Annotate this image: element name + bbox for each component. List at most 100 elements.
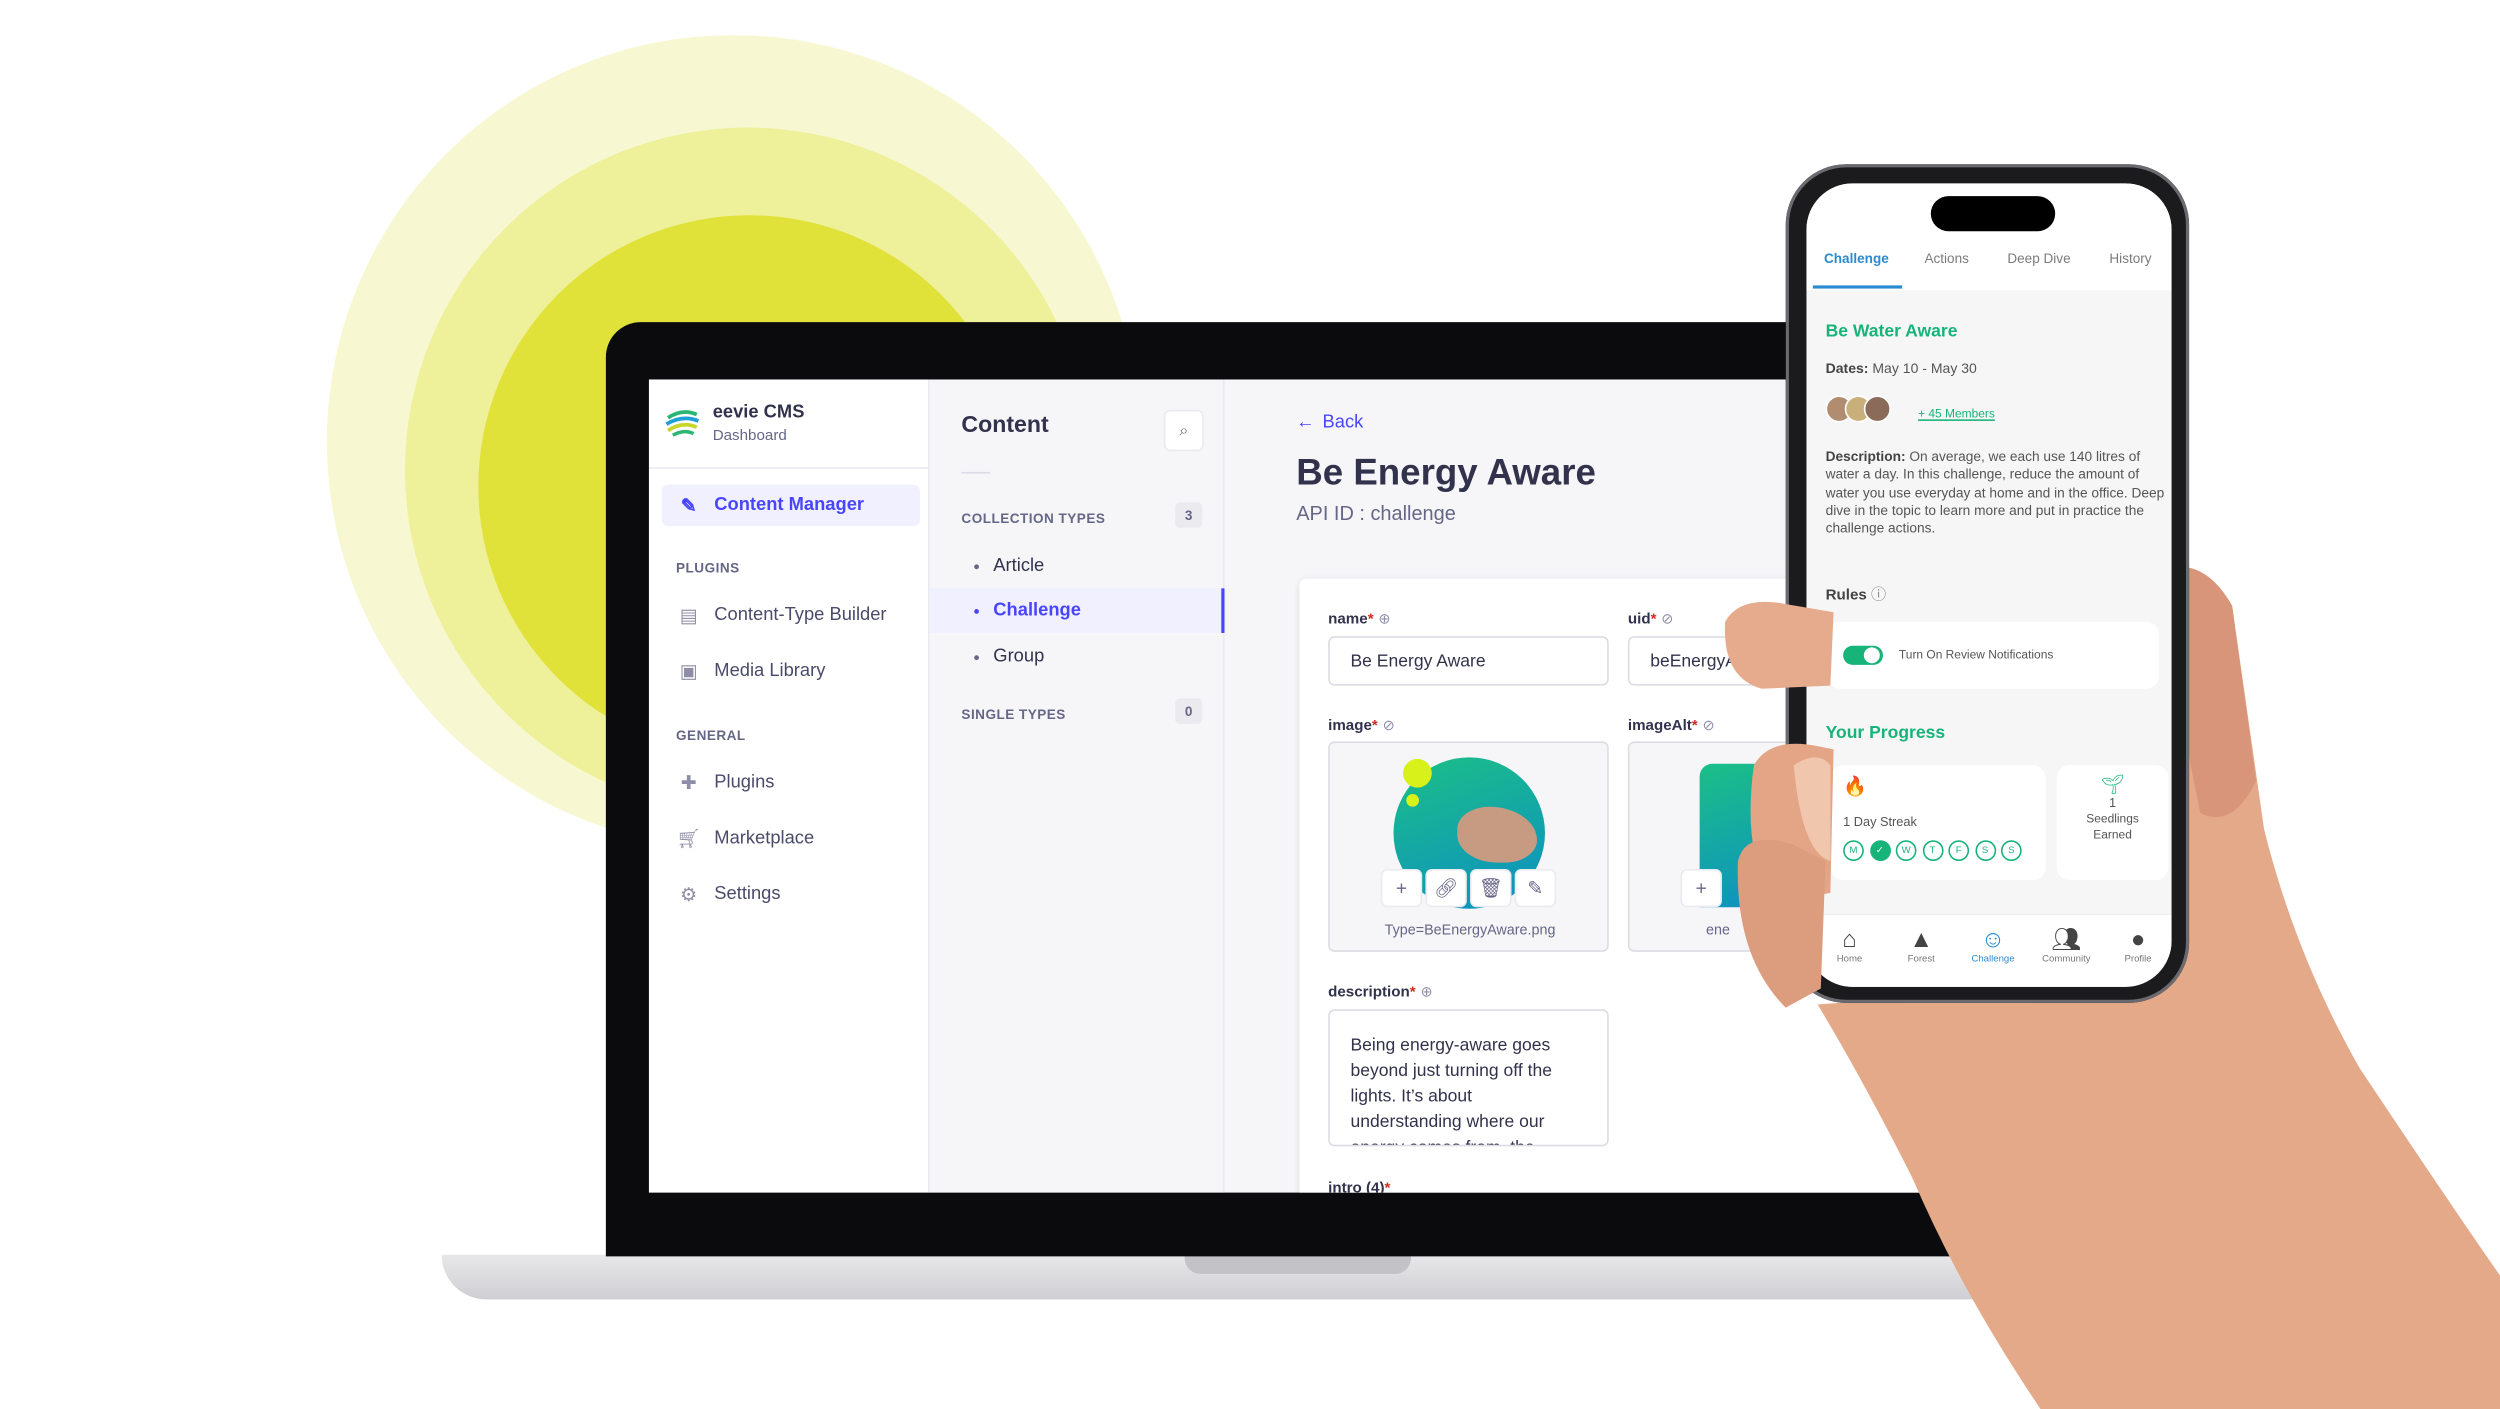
item-label: Group — [993, 647, 1045, 667]
divider — [648, 467, 930, 469]
single-types-label: SINGLE TYPES — [961, 706, 1066, 723]
streak-card: 🔥 1 Day Streak M ✓ W T F S S — [1830, 765, 2046, 881]
add-image-button[interactable]: + — [1380, 868, 1423, 908]
day-s2: S — [2000, 840, 2022, 861]
dynamic-island — [1930, 196, 2056, 232]
imagealt-label: imageAlt* ⊘ — [1627, 717, 1715, 736]
streak-text: 1 Day Streak — [1843, 814, 1917, 830]
seedlings-count: 1 — [2109, 795, 2117, 810]
section-label-plugins: PLUGINS — [676, 559, 740, 576]
day-t: T — [1922, 840, 1943, 861]
member-avatars[interactable] — [1825, 395, 1891, 423]
puzzle-icon: ✚ — [680, 771, 697, 795]
tab-history[interactable]: History — [2109, 250, 2151, 266]
sidebar-item-label: Marketplace — [714, 829, 815, 849]
content-panel-title: Content — [961, 412, 1049, 439]
tree-icon: ▲ — [1909, 926, 1934, 954]
gear-icon: ⚙ — [680, 883, 698, 906]
week-days: M ✓ W T F S S — [1843, 840, 2027, 861]
arrow-left-icon: ← — [1296, 412, 1315, 433]
sidebar-item-settings[interactable]: ⚙ Settings — [662, 874, 920, 915]
collection-item-challenge[interactable]: Challenge — [929, 588, 1225, 633]
marketing-scene: eevie CMS Dashboard ✎ Content Manager PLU… — [0, 0, 2500, 1409]
globe-icon: ⊕ — [1420, 983, 1433, 1000]
seedlings-label: Seedlings Earned — [2086, 811, 2139, 842]
collection-count-badge: 3 — [1175, 502, 1203, 528]
image-icon: ▣ — [679, 660, 698, 683]
copy-link-button[interactable]: 🔗︎ — [1425, 868, 1467, 908]
smile-icon: ☺ — [1980, 926, 2006, 954]
brand-subtitle: Dashboard — [712, 427, 787, 445]
sidebar-item-label: Settings — [714, 884, 781, 905]
seedling-icon: 🌱︎ — [2100, 773, 2125, 796]
cart-icon: 🛒︎ — [676, 827, 701, 850]
section-label-general: GENERAL — [676, 727, 746, 743]
active-tab-indicator — [1812, 285, 1903, 289]
link-icon: 🔗︎ — [1433, 876, 1459, 900]
pencil-icon: ✎ — [1527, 876, 1544, 900]
help-icon: ⓘ — [1871, 586, 1887, 605]
notification-card: Turn On Review Notifications — [1827, 621, 2159, 689]
sidebar-item-label: Media Library — [714, 661, 826, 681]
sidebar-item-label: Plugins — [714, 773, 775, 793]
image-filename: Type=BeEnergyAware.png — [1384, 921, 1556, 938]
toggle-label: Turn On Review Notifications — [1898, 647, 2054, 662]
sidebar-item-label: Content-Type Builder — [714, 605, 887, 626]
collection-types-label: COLLECTION TYPES — [961, 510, 1106, 527]
api-id: API ID : challenge — [1296, 502, 1456, 525]
image-label: image* ⊘ — [1328, 717, 1395, 736]
day-t-done: ✓ — [1869, 840, 1891, 861]
tab-deep-dive[interactable]: Deep Dive — [2007, 250, 2070, 266]
sidebar-item-plugins[interactable]: ✚ Plugins — [662, 762, 920, 803]
nav-community[interactable]: 👥︎ Community — [2030, 926, 2103, 964]
people-icon: 👥︎ — [2051, 926, 2082, 954]
collection-item-group[interactable]: Group — [930, 635, 1225, 680]
globe-icon: ⊕ — [1378, 610, 1391, 627]
item-label: Article — [993, 556, 1045, 576]
page-title: Be Energy Aware — [1296, 451, 1596, 493]
image-dropzone[interactable]: + 🔗︎ 🗑︎ ✎ Type=BeEnergyAware.png — [1328, 741, 1609, 952]
challenge-description: Description: On average, we each use 140… — [1825, 448, 2165, 537]
day-w: W — [1895, 840, 1917, 861]
sidebar-item-content-manager[interactable]: ✎ Content Manager — [661, 484, 920, 527]
globe-off-icon: ⊘ — [1661, 610, 1674, 627]
edit-image-button[interactable]: ✎ — [1514, 868, 1557, 908]
profile-icon: ● — [2130, 926, 2146, 954]
description-label: description* ⊕ — [1328, 983, 1433, 1002]
intro-label: intro (4)* — [1328, 1179, 1391, 1193]
hand-fingers — [1724, 601, 1834, 1008]
brand-name: eevie CMS — [712, 403, 805, 423]
sidebar-item-label: Content Manager — [714, 495, 865, 515]
name-input[interactable]: Be Energy Aware — [1328, 636, 1609, 686]
uid-label: uid* ⊘ — [1627, 610, 1674, 629]
eevie-logo-icon — [665, 406, 700, 439]
delete-image-button[interactable]: 🗑︎ — [1470, 868, 1512, 908]
search-button[interactable]: ⌕ — [1163, 409, 1204, 452]
single-count-badge: 0 — [1175, 698, 1203, 724]
edit-icon: ✎ — [680, 494, 697, 517]
seedlings-card: 🌱︎ 1 Seedlings Earned — [2056, 765, 2169, 881]
sidebar-item-media-library[interactable]: ▣ Media Library — [662, 651, 920, 692]
nav-challenge[interactable]: ☺ Challenge — [1956, 926, 2029, 964]
dates: Dates: May 10 - May 30 — [1825, 360, 1977, 377]
content-panel: Content ⌕ COLLECTION TYPES 3 Article Cha… — [929, 379, 1225, 1193]
collection-item-article[interactable]: Article — [930, 544, 1225, 589]
day-f: F — [1948, 840, 1970, 861]
nav-forest[interactable]: ▲ Forest — [1885, 926, 1958, 964]
nav-profile[interactable]: ● Profile — [2101, 926, 2171, 964]
laptop-notch — [1184, 1254, 1412, 1274]
tab-challenge[interactable]: Challenge — [1824, 250, 1889, 266]
phone-screen: Challenge Actions Deep Dive History Be W… — [1806, 183, 2172, 987]
plus-icon: + — [1395, 876, 1408, 900]
sidebar-item-marketplace[interactable]: 🛒︎ Marketplace — [662, 818, 920, 859]
globe-off-icon: ⊘ — [1382, 717, 1395, 734]
back-link[interactable]: ← Back — [1296, 413, 1363, 432]
divider — [961, 471, 991, 474]
members-link[interactable]: + 45 Members — [1918, 405, 1995, 423]
sidebar: eevie CMS Dashboard ✎ Content Manager PLU… — [648, 379, 930, 1193]
sidebar-item-content-type-builder[interactable]: ▤ Content-Type Builder — [662, 595, 920, 636]
tab-actions[interactable]: Actions — [1924, 250, 1968, 266]
day-s: S — [1974, 840, 1996, 861]
layout-icon: ▤ — [679, 604, 698, 627]
description-textarea[interactable]: Being energy-aware goes beyond just turn… — [1328, 1009, 1609, 1147]
